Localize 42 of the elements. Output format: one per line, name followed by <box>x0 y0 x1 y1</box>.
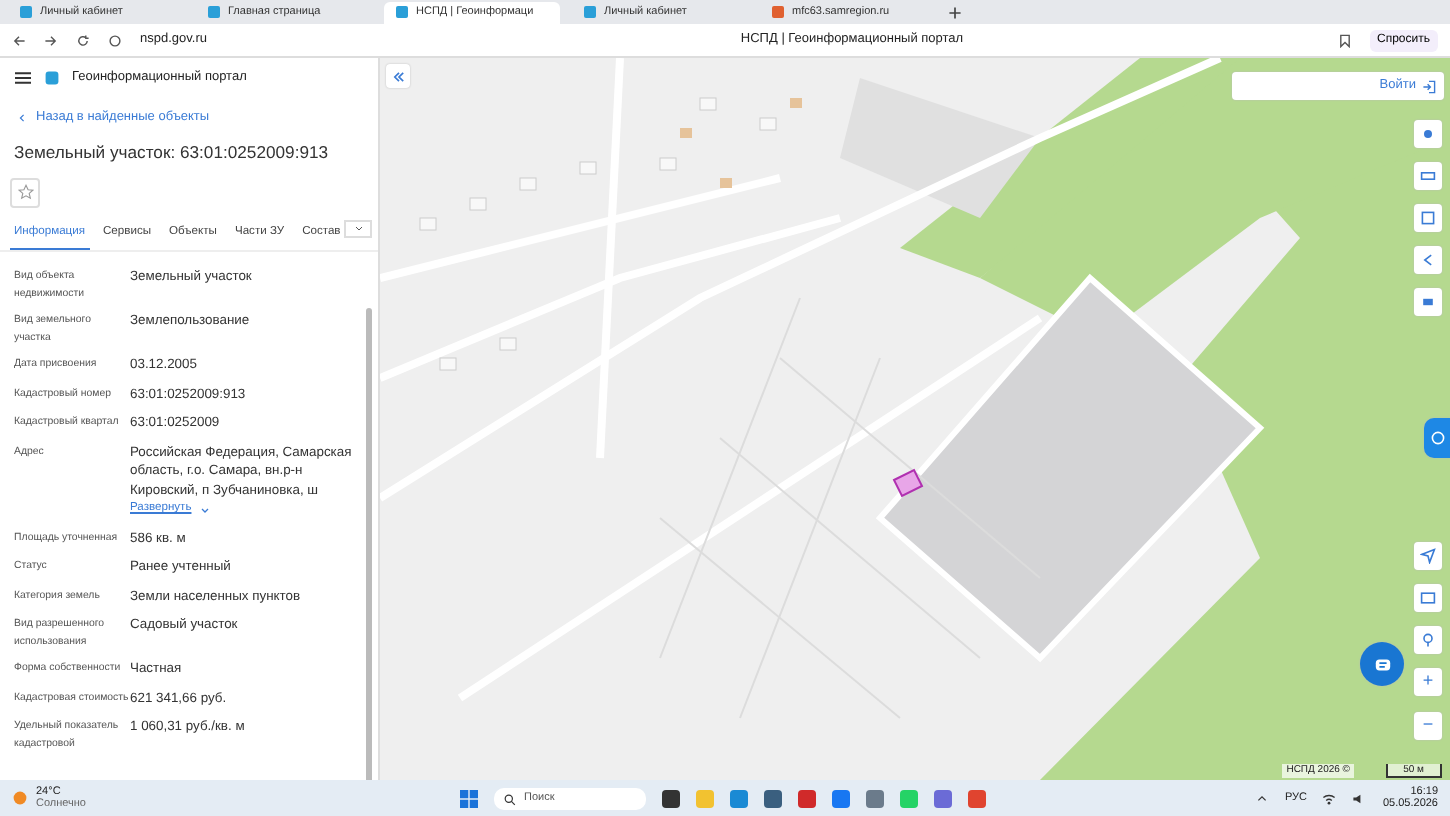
share-icon <box>1420 252 1436 268</box>
map-tool-button[interactable] <box>1414 120 1442 148</box>
map-tool-button[interactable] <box>1414 204 1442 232</box>
double-chevron-left-icon <box>391 69 405 83</box>
map-tool-button[interactable] <box>1414 288 1442 316</box>
new-tab-icon[interactable] <box>948 5 962 19</box>
login-icon <box>1422 79 1436 93</box>
tab-favicon-icon <box>396 6 408 18</box>
scrollbar[interactable] <box>366 308 372 780</box>
reload-icon[interactable] <box>76 33 90 47</box>
favorite-button[interactable] <box>10 177 40 208</box>
star-icon <box>17 184 33 201</box>
chevron-up-icon[interactable] <box>1256 792 1269 804</box>
tab-favicon-icon <box>584 6 596 18</box>
navigation-arrow-icon <box>1420 548 1436 564</box>
collapse-panel-button[interactable] <box>386 64 410 88</box>
map-tool-button[interactable] <box>1414 626 1442 654</box>
tab-favicon-icon <box>208 6 220 18</box>
forward-icon[interactable] <box>44 33 58 47</box>
side-widget-button[interactable] <box>1424 418 1450 458</box>
bookmark-icon[interactable] <box>1337 33 1351 47</box>
windows-start-icon[interactable] <box>460 790 478 808</box>
tab-favicon-icon <box>20 6 32 18</box>
map-tool-button[interactable] <box>1414 542 1442 570</box>
chevron-left-icon <box>18 111 26 124</box>
menu-icon[interactable] <box>14 70 32 86</box>
map-tool-button[interactable] <box>1414 584 1442 612</box>
chevron-down-icon <box>199 505 210 516</box>
sun-icon <box>12 790 28 806</box>
chat-icon <box>1373 655 1391 673</box>
wifi-icon[interactable] <box>1322 791 1337 805</box>
map-tool-button[interactable] <box>1414 246 1442 274</box>
zoom-out-button[interactable]: − <box>1414 712 1442 740</box>
zoom-in-button[interactable]: + <box>1414 668 1442 696</box>
map-tool-button[interactable] <box>1414 162 1442 190</box>
land-parcel[interactable] <box>892 468 924 498</box>
back-icon[interactable] <box>12 33 26 47</box>
search-icon <box>504 793 516 805</box>
tab-favicon-icon <box>772 6 784 18</box>
portal-logo-icon <box>44 70 60 86</box>
pin-icon <box>1420 632 1436 648</box>
object-title: Земельный участок: 63:01:0252009:913 <box>12 139 331 166</box>
